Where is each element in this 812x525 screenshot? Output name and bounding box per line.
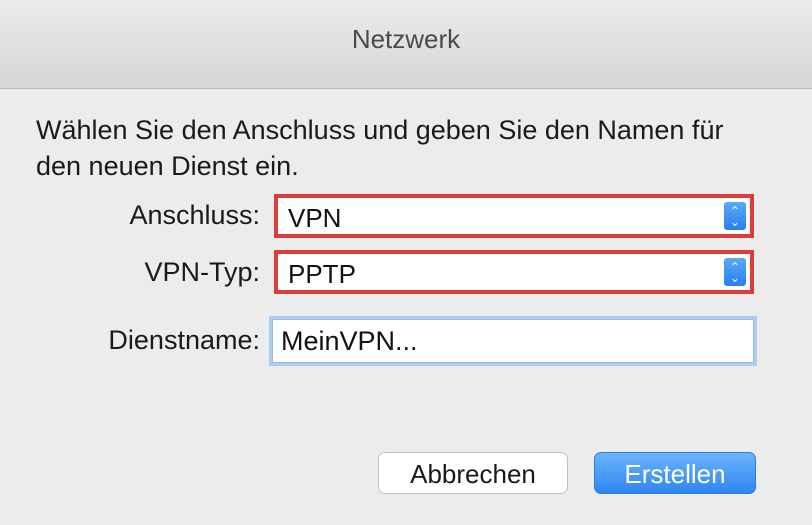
anschluss-highlight: VPN ⌃ ⌃ [274,194,754,238]
instruction-text: Wählen Sie den Anschluss und geben Sie d… [36,115,724,181]
cancel-button[interactable]: Abbrechen [378,452,568,494]
vpn-typ-popup[interactable]: PPTP ⌃ ⌃ [282,258,746,289]
title-bar: Netzwerk [0,0,812,89]
anschluss-value: VPN [288,203,342,233]
vpn-typ-label: VPN-Typ: [144,257,260,287]
dienstname-input[interactable]: MeinVPN... [272,319,754,363]
dienstname-label: Dienstname: [108,325,260,355]
anschluss-label: Anschluss: [129,200,260,230]
up-down-chevron-icon[interactable]: ⌃ ⌃ [724,202,746,230]
anschluss-popup[interactable]: VPN ⌃ ⌃ [282,202,746,233]
up-down-chevron-icon[interactable]: ⌃ ⌃ [724,258,746,286]
network-dialog: Netzwerk Wählen Sie den Anschluss und ge… [0,0,812,525]
vpn-typ-value: PPTP [288,259,356,289]
window-title: Netzwerk [351,24,461,54]
dienstname-value: MeinVPN... [281,326,418,356]
create-button[interactable]: Erstellen [594,452,756,494]
vpn-typ-highlight: PPTP ⌃ ⌃ [274,250,754,294]
